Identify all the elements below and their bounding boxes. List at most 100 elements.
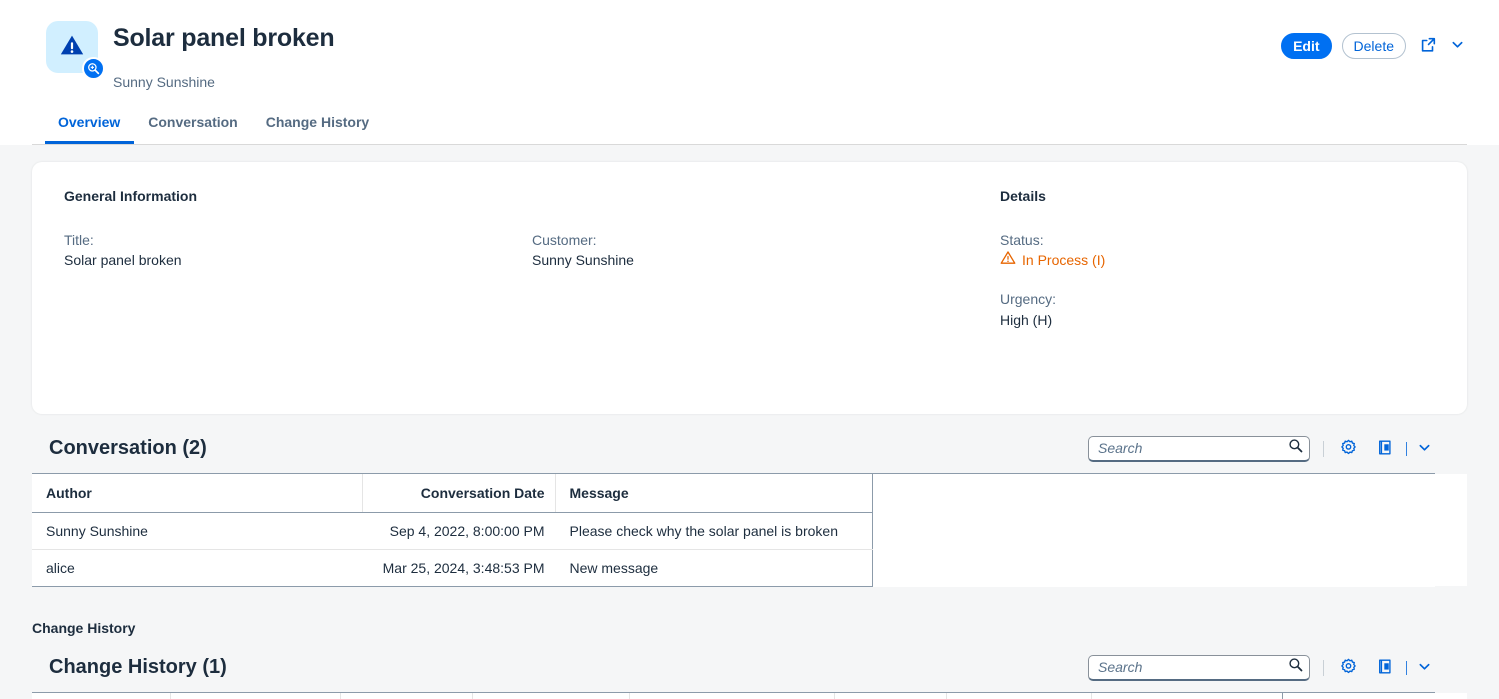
change-history-block: Change History (1) Search	[32, 654, 1467, 699]
column-header-message[interactable]: Message	[555, 473, 873, 513]
tabbar: Overview Conversation Change History	[32, 107, 1467, 145]
field-customer-value: Sunny Sunshine	[532, 252, 634, 269]
general-information-title: General Information	[64, 187, 198, 204]
conversation-title: Conversation (2)	[49, 437, 207, 460]
details-title: Details	[1000, 187, 1046, 204]
chevron-down-icon	[1450, 37, 1465, 55]
cell-message: New message	[555, 549, 873, 587]
cell-author: Sunny Sunshine	[32, 512, 362, 550]
status-value: In Process (I)	[1022, 252, 1106, 269]
column-header-old-value[interactable]: Old Value	[1091, 692, 1283, 699]
cell-filler	[872, 512, 1467, 550]
conversation-table-surface: Author Conversation Date Message Sunny S…	[32, 472, 1467, 587]
column-header-field[interactable]: Field	[834, 692, 947, 699]
search-input[interactable]	[1098, 659, 1288, 676]
zoom-in-icon	[82, 57, 105, 80]
page-content: General Information Title: Solar panel b…	[0, 161, 1499, 699]
change-history-header-row: Change Type Created On	[32, 692, 1467, 699]
column-header-author[interactable]: Author	[32, 473, 363, 513]
field-urgency-label: Urgency:	[1000, 291, 1057, 308]
change-history-table: Change Type Created On	[32, 692, 1468, 699]
change-history-section-label: Change History	[32, 619, 136, 636]
field-title-label: Title:	[64, 231, 94, 248]
toolbar-separator	[1323, 440, 1324, 457]
column-header-new-value[interactable]: New Value	[946, 692, 1092, 699]
warning-triangle-icon	[59, 33, 85, 62]
change-history-toolbar: Change History (1)	[32, 654, 1467, 681]
customer-group: Customer: Sunny Sunshine	[532, 188, 1000, 330]
header-actions: Edit Delete	[1281, 33, 1467, 59]
column-header-object-id[interactable]: Object ID	[629, 692, 835, 699]
export-to-spreadsheet-icon	[1377, 658, 1394, 678]
conversation-export-button[interactable]	[1374, 436, 1397, 462]
cell-author: alice	[32, 549, 362, 587]
change-history-settings-button[interactable]	[1337, 655, 1360, 681]
general-information-group: General Information Title: Solar panel b…	[64, 188, 532, 330]
table-row[interactable]: alice Mar 25, 2024, 3:48:53 PM New messa…	[32, 549, 1467, 587]
field-urgency: Urgency: High (H)	[1000, 289, 1435, 330]
delete-button[interactable]: Delete	[1341, 33, 1406, 59]
title-block: Solar panel broken Sunny Sunshine	[32, 18, 335, 90]
column-header-created-by[interactable]: Created By	[340, 692, 473, 699]
column-header-created-on[interactable]: Created On	[170, 692, 341, 699]
customer-group-spacer	[532, 188, 1000, 204]
change-history-more-button[interactable]	[1414, 656, 1435, 680]
tab-conversation[interactable]: Conversation	[134, 108, 251, 144]
search-icon[interactable]	[1288, 438, 1303, 458]
field-urgency-value: High (H)	[1000, 311, 1053, 328]
conversation-table: Author Conversation Date Message Sunny S…	[32, 473, 1468, 587]
gear-icon	[1340, 658, 1357, 678]
change-history-export-button[interactable]	[1374, 655, 1397, 681]
page-header: Solar panel broken Sunny Sunshine Edit D…	[0, 0, 1499, 145]
conversation-search[interactable]	[1088, 435, 1310, 462]
header-texts: Solar panel broken Sunny Sunshine	[113, 18, 335, 90]
export-to-spreadsheet-icon	[1377, 439, 1394, 459]
field-title: Title: Solar panel broken	[64, 230, 532, 271]
page-subtitle: Sunny Sunshine	[113, 73, 215, 90]
column-header-filler	[1282, 692, 1467, 699]
edit-button[interactable]: Edit	[1281, 33, 1332, 59]
change-history-section: Change History Change History (1) Search	[32, 620, 1467, 699]
field-customer-label: Customer:	[532, 231, 597, 248]
details-group: Details Status: In Process (I) Urgency: …	[1000, 188, 1435, 330]
header-overflow-button[interactable]	[1448, 35, 1467, 57]
conversation-toolbar: Conversation (2)	[32, 435, 1467, 462]
cell-conversation-date: Sep 4, 2022, 8:00:00 PM	[362, 512, 555, 550]
search-icon[interactable]	[1288, 657, 1303, 677]
cell-message: Please check why the solar panel is brok…	[555, 512, 873, 550]
conversation-section: Conversation (2) Search Author Conversat…	[32, 435, 1467, 587]
cell-conversation-date: Mar 25, 2024, 3:48:53 PM	[362, 549, 555, 587]
field-customer: Customer: Sunny Sunshine	[532, 230, 1000, 271]
field-status-label: Status:	[1000, 231, 1044, 248]
column-header-change-type[interactable]: Change Type	[32, 692, 171, 699]
change-history-search[interactable]	[1088, 654, 1310, 681]
table-row[interactable]: Sunny Sunshine Sep 4, 2022, 8:00:00 PM P…	[32, 512, 1467, 550]
warning-triangle-icon	[1000, 250, 1016, 270]
column-header-filler	[872, 473, 1467, 513]
change-history-toolbar-actions	[1088, 654, 1467, 681]
search-input[interactable]	[1098, 440, 1288, 457]
toolbar-divider	[1406, 441, 1407, 456]
conversation-more-button[interactable]	[1414, 437, 1435, 461]
share-button[interactable]	[1416, 34, 1440, 59]
tab-change-history[interactable]: Change History	[252, 108, 383, 144]
conversation-toolbar-actions	[1088, 435, 1467, 462]
share-icon	[1419, 36, 1437, 57]
card-bottom-spacer	[64, 330, 1435, 384]
conversation-settings-button[interactable]	[1337, 436, 1360, 462]
status-badge: In Process (I)	[1000, 250, 1435, 270]
change-history-title: Change History (1)	[49, 656, 227, 679]
change-history-table-surface: Change Type Created On	[32, 691, 1467, 699]
chevron-down-icon	[1417, 440, 1432, 458]
field-title-value: Solar panel broken	[64, 252, 182, 269]
tab-overview[interactable]: Overview	[45, 108, 135, 144]
cell-filler	[872, 549, 1467, 587]
column-header-conversation-date[interactable]: Conversation Date	[362, 473, 556, 513]
field-status: Status: In Process (I)	[1000, 230, 1435, 271]
overview-card: General Information Title: Solar panel b…	[32, 161, 1467, 414]
column-header-object-type[interactable]: Object Type	[472, 692, 630, 699]
toolbar-divider	[1406, 660, 1407, 675]
page-title: Solar panel broken	[113, 24, 335, 52]
conversation-header-row: Author Conversation Date Message	[32, 473, 1467, 513]
info-grid: General Information Title: Solar panel b…	[64, 188, 1435, 330]
